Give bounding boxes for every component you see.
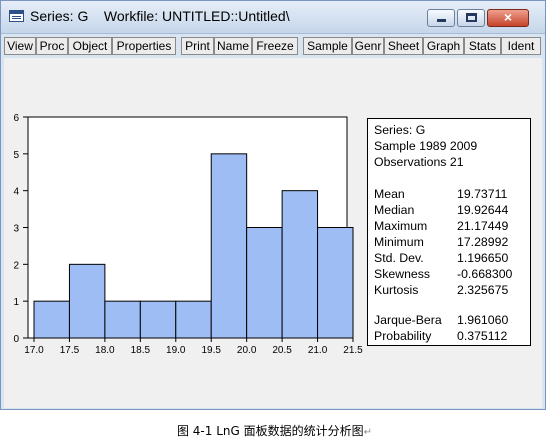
- stat-label-mean: Mean: [374, 187, 405, 201]
- paragraph-mark: ↵: [363, 427, 373, 438]
- y-tick-label: 0: [13, 334, 19, 345]
- histogram-bar-5: [175, 300, 212, 339]
- proc-button[interactable]: Proc: [36, 37, 68, 55]
- stat-label-probability: Probability: [374, 329, 432, 343]
- x-tick-label: 17.0: [24, 345, 44, 356]
- stat-value-kurtosis: 2.325675: [457, 283, 509, 297]
- print-button[interactable]: Print: [181, 37, 214, 55]
- stat-label-maximum: Maximum: [374, 219, 428, 233]
- x-tick-label: 20.0: [237, 345, 257, 356]
- histogram-bar-2: [68, 263, 106, 339]
- ident-button[interactable]: Ident: [501, 37, 541, 55]
- toolbar: View Proc Object Properties Print Name F…: [4, 37, 544, 55]
- stat-value-probability: 0.375112: [457, 329, 508, 343]
- histogram-bar-6: [210, 153, 248, 339]
- histogram-bar-1: [33, 300, 70, 339]
- x-tick-label: 18.0: [95, 345, 115, 356]
- minimize-button[interactable]: [427, 9, 455, 27]
- maximize-icon: [466, 13, 477, 22]
- y-tick-label: 3: [13, 224, 19, 235]
- series-window: Series: G Workfile: UNTITLED::Untitled\ …: [0, 0, 546, 410]
- sheet-button[interactable]: Sheet: [384, 37, 423, 55]
- stats-observations: Observations 21: [374, 155, 464, 169]
- figure-caption: 图 4-1 LnG 面板数据的统计分析图↵: [0, 422, 549, 439]
- view-button[interactable]: View: [4, 37, 36, 55]
- stat-value-skewness: -0.668300: [457, 267, 513, 281]
- stat-value-std-dev: 1.196650: [457, 251, 509, 265]
- histogram-bar-8: [281, 190, 319, 339]
- x-tick-label: 18.5: [131, 345, 151, 356]
- freeze-button[interactable]: Freeze: [252, 37, 298, 55]
- caption-text: 图 4-1 LnG 面板数据的统计分析图: [176, 424, 364, 438]
- stat-value-maximum: 21.17449: [457, 219, 509, 233]
- x-tick-label: 19.0: [166, 345, 186, 356]
- sample-button[interactable]: Sample: [303, 37, 352, 55]
- stat-label-skewness: Skewness: [374, 267, 431, 281]
- y-tick-label: 5: [13, 150, 19, 161]
- x-tick-label: 21.5: [343, 345, 363, 356]
- y-tick-label: 4: [13, 187, 19, 198]
- graph-button[interactable]: Graph: [423, 37, 464, 55]
- x-tick-label: 19.5: [201, 345, 221, 356]
- histogram-bar-9: [317, 227, 354, 339]
- stats-sample: Sample 1989 2009: [374, 139, 478, 153]
- window-title: Series: G Workfile: UNTITLED::Untitled\: [30, 8, 290, 24]
- stat-value-minimum: 17.28992: [457, 235, 509, 249]
- histogram-bar-4: [139, 300, 177, 339]
- stat-label-minimum: Minimum: [374, 235, 424, 249]
- title-bar[interactable]: Series: G Workfile: UNTITLED::Untitled\ …: [1, 1, 545, 34]
- maximize-button[interactable]: [457, 9, 485, 27]
- properties-button[interactable]: Properties: [112, 37, 176, 55]
- genr-button[interactable]: Genr: [352, 37, 384, 55]
- minimize-icon: [437, 19, 446, 22]
- stat-label-jarque-bera: Jarque-Bera: [374, 313, 442, 327]
- stat-label-median: Median: [374, 203, 415, 217]
- y-tick-label: 1: [13, 297, 19, 308]
- y-tick-label: 2: [13, 260, 19, 271]
- descriptive-stats-box: Series: G Sample 1989 2009 Observations …: [367, 118, 531, 346]
- stats-series-name: Series: G: [374, 123, 426, 137]
- object-button[interactable]: Object: [68, 37, 112, 55]
- close-icon: ×: [503, 9, 513, 25]
- y-tick-label: 6: [13, 113, 19, 124]
- stat-value-median: 19.92644: [457, 203, 509, 217]
- window-icon: [9, 10, 24, 22]
- histogram-bar-3: [104, 300, 141, 339]
- histogram-bar-7: [246, 227, 283, 339]
- stat-label-kurtosis: Kurtosis: [374, 283, 419, 297]
- stat-value-mean: 19.73711: [457, 187, 508, 201]
- close-button[interactable]: ×: [487, 9, 529, 27]
- x-tick-label: 17.5: [60, 345, 80, 356]
- stat-label-std-dev: Std. Dev.: [374, 251, 424, 265]
- x-tick-label: 21.0: [308, 345, 328, 356]
- stats-button[interactable]: Stats: [464, 37, 501, 55]
- stat-value-jarque-bera: 1.961060: [457, 313, 509, 327]
- x-tick-label: 20.5: [272, 345, 292, 356]
- name-button[interactable]: Name: [214, 37, 252, 55]
